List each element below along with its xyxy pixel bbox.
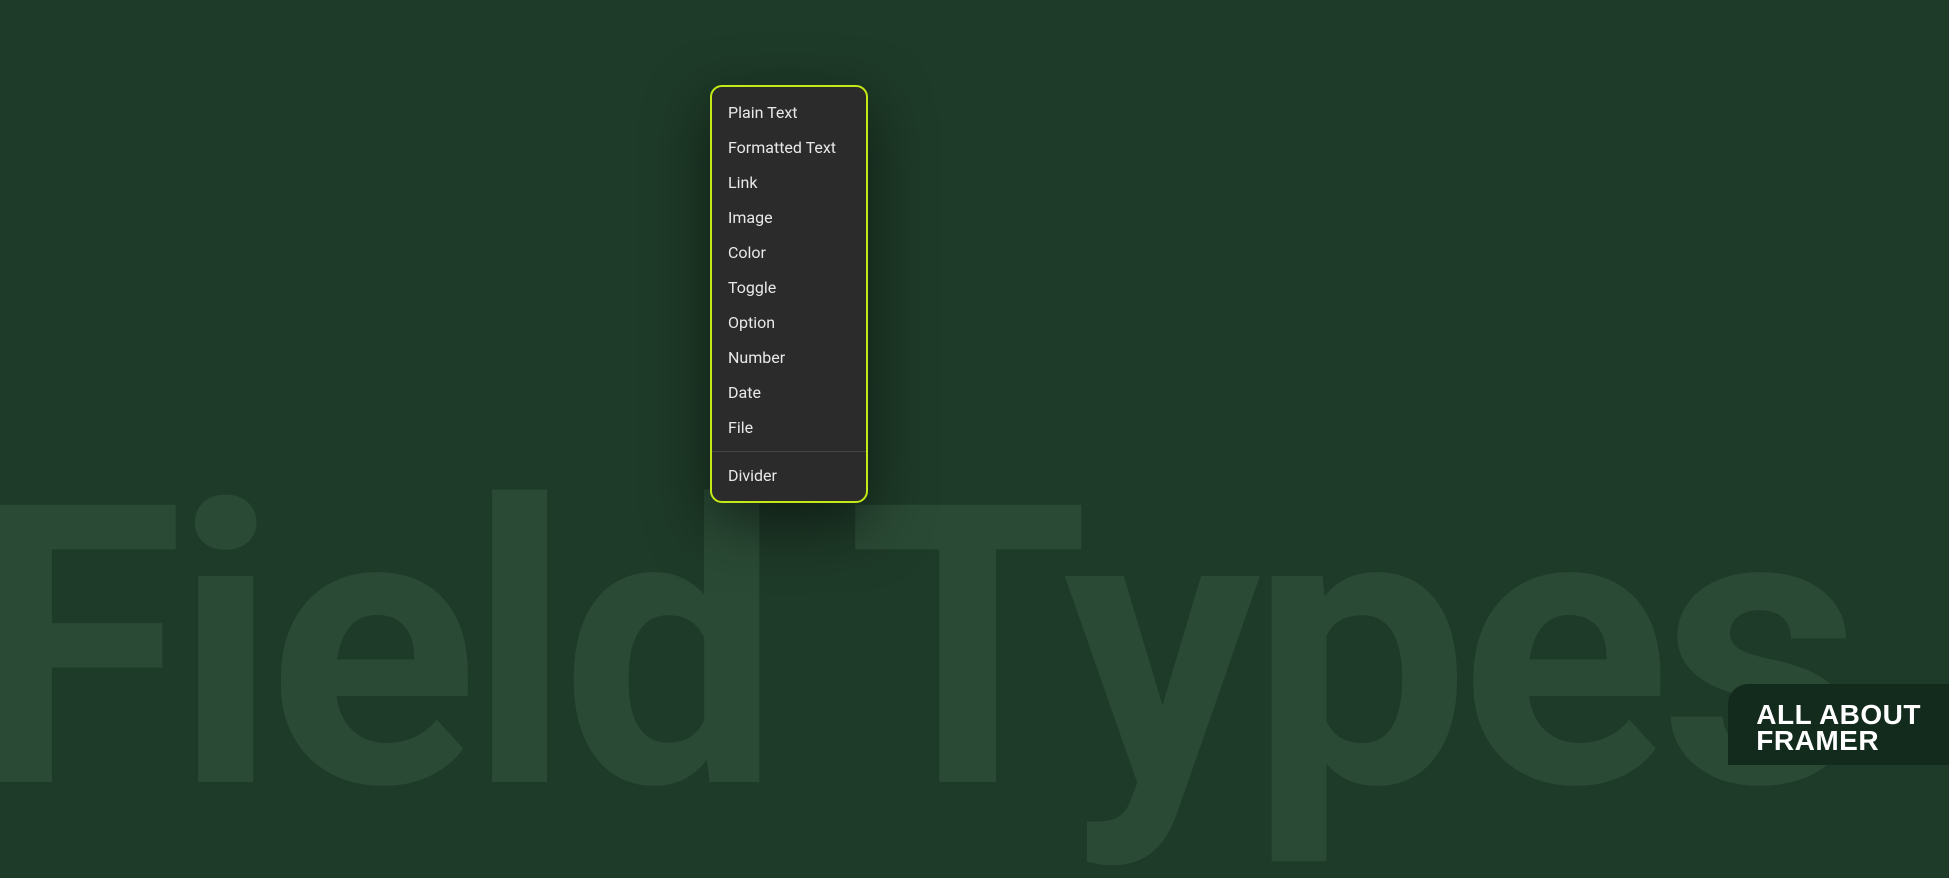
- field-types-dropdown: Plain Text Formatted Text Link Image Col…: [710, 85, 868, 503]
- menu-item-option[interactable]: Option: [712, 305, 866, 340]
- menu-item-divider[interactable]: Divider: [712, 458, 866, 493]
- menu-item-formatted-text[interactable]: Formatted Text: [712, 130, 866, 165]
- menu-item-image[interactable]: Image: [712, 200, 866, 235]
- brand-text: ALL ABOUT FRAMER: [1756, 702, 1921, 755]
- brand-line-2: FRAMER: [1756, 728, 1921, 755]
- menu-item-file[interactable]: File: [712, 410, 866, 445]
- menu-item-link[interactable]: Link: [712, 165, 866, 200]
- background-watermark-text: Field Types: [0, 455, 1851, 845]
- menu-item-toggle[interactable]: Toggle: [712, 270, 866, 305]
- menu-item-number[interactable]: Number: [712, 340, 866, 375]
- brand-badge: ALL ABOUT FRAMER: [1728, 684, 1949, 765]
- brand-line-1: ALL ABOUT: [1756, 702, 1921, 729]
- menu-item-color[interactable]: Color: [712, 235, 866, 270]
- menu-item-plain-text[interactable]: Plain Text: [712, 95, 866, 130]
- menu-divider-line: [712, 451, 866, 452]
- menu-item-date[interactable]: Date: [712, 375, 866, 410]
